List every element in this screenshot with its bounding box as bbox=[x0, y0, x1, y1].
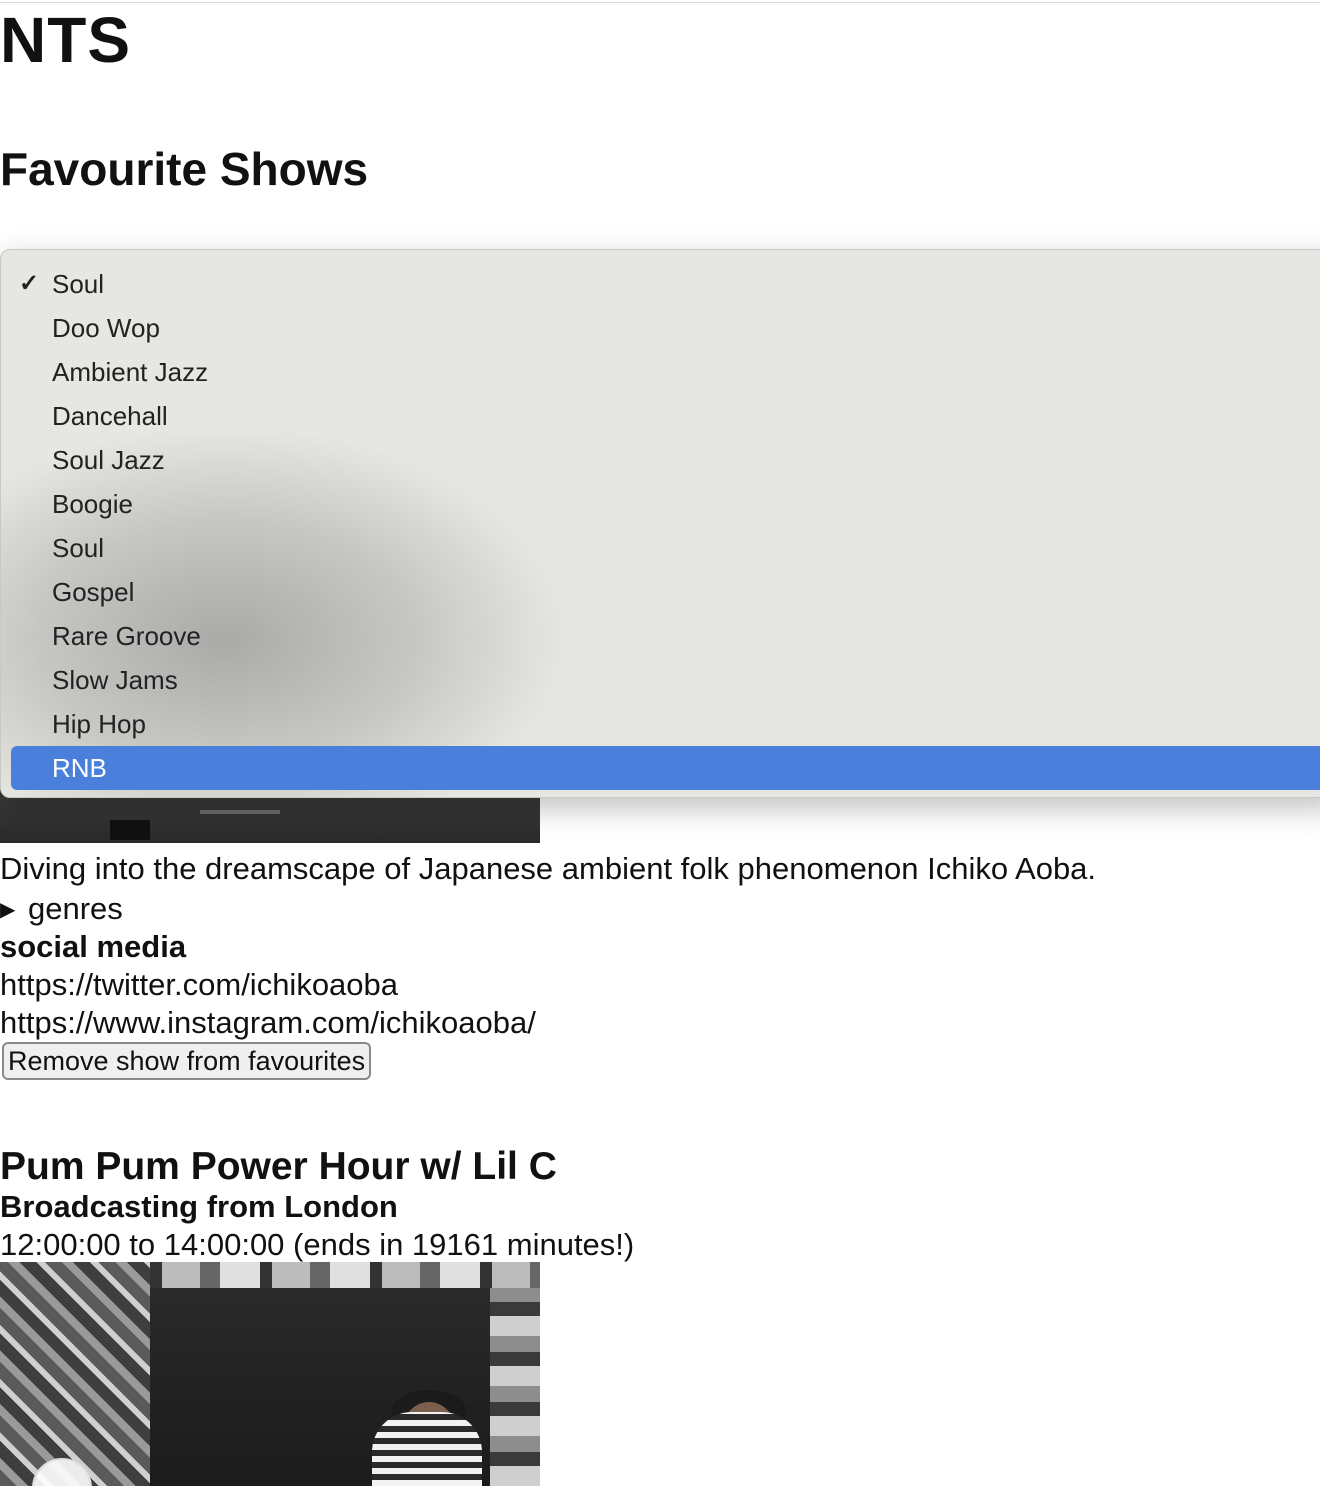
genre-option-label: Hip Hop bbox=[52, 709, 146, 739]
genre-option-label: RNB bbox=[52, 753, 107, 783]
page: NTS Favourite Shows Diving into the drea… bbox=[0, 0, 1320, 1486]
top-divider bbox=[0, 2, 1320, 3]
genre-option[interactable]: Doo Wop bbox=[11, 306, 1320, 350]
genre-option-label: Dancehall bbox=[52, 401, 168, 431]
genre-option[interactable]: Ambient Jazz bbox=[11, 350, 1320, 394]
remove-favourite-button[interactable]: Remove show from favourites bbox=[2, 1042, 372, 1080]
disclosure-triangle-icon: ▶ bbox=[0, 899, 16, 921]
genres-disclosure[interactable]: ▶ genres bbox=[0, 890, 123, 929]
genre-option-label: Ambient Jazz bbox=[52, 357, 209, 387]
genre-option[interactable]: Hip Hop bbox=[11, 702, 1320, 746]
genre-option-label: Slow Jams bbox=[52, 665, 178, 695]
genre-option-label: Soul bbox=[52, 269, 105, 299]
genre-select-dropdown[interactable]: ✓ Soul Doo Wop Ambient Jazz Dancehall Soul Ja… bbox=[0, 249, 1320, 798]
show-image bbox=[0, 1262, 540, 1486]
section-title: Favourite Shows bbox=[0, 143, 369, 195]
genre-option-label: Gospel bbox=[52, 577, 135, 607]
genre-option[interactable]: Soul Jazz bbox=[11, 438, 1320, 482]
checkmark-icon: ✓ bbox=[19, 270, 40, 297]
genre-option[interactable]: Rare Groove bbox=[11, 614, 1320, 658]
genres-label: genres bbox=[28, 891, 123, 926]
genre-option[interactable]: Soul bbox=[11, 526, 1320, 570]
show-description: Diving into the dreamscape of Japanese a… bbox=[0, 851, 1097, 886]
genre-option-label: Rare Groove bbox=[52, 621, 201, 651]
social-media-heading: social media bbox=[0, 929, 187, 964]
social-link-twitter[interactable]: https://twitter.com/ichikoaoba bbox=[0, 966, 398, 1004]
genre-option[interactable]: ✓ Soul bbox=[11, 262, 1320, 306]
genre-option[interactable]: Slow Jams bbox=[11, 658, 1320, 702]
genre-option[interactable]: Boogie bbox=[11, 482, 1320, 526]
genre-option-label: Boogie bbox=[52, 489, 133, 519]
genre-option-label: Soul Jazz bbox=[52, 445, 165, 475]
social-link-instagram[interactable]: https://www.instagram.com/ichikoaoba/ bbox=[0, 1004, 536, 1042]
genre-option[interactable]: Gospel bbox=[11, 570, 1320, 614]
show-location: Broadcasting from London bbox=[0, 1189, 398, 1224]
genre-option[interactable]: RNB bbox=[11, 746, 1320, 790]
genre-option[interactable]: Dancehall bbox=[11, 394, 1320, 438]
genre-option-label: Doo Wop bbox=[52, 313, 160, 343]
genre-option-label: Soul bbox=[52, 533, 105, 563]
site-title: NTS bbox=[0, 4, 131, 76]
show-title: Pum Pum Power Hour w/ Lil C bbox=[0, 1145, 557, 1188]
show-time: 12:00:00 to 14:00:00 (ends in 19161 minu… bbox=[0, 1227, 635, 1262]
